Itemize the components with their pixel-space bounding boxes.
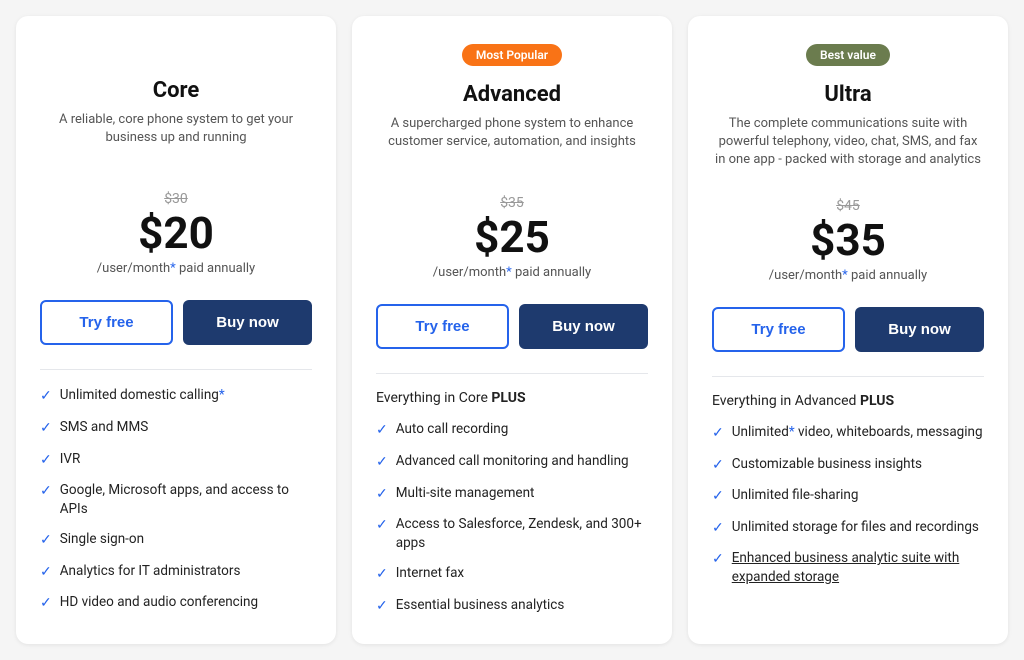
price-period-core: /user/month* paid annually	[40, 261, 312, 276]
check-icon: ✓	[40, 419, 52, 439]
check-icon: ✓	[376, 565, 388, 585]
try-free-button-ultra[interactable]: Try free	[712, 307, 845, 352]
try-free-button-core[interactable]: Try free	[40, 300, 173, 345]
plan-header-advanced: Advanced A supercharged phone system to …	[376, 82, 648, 167]
feature-item: ✓ Customizable business insights	[712, 455, 984, 476]
check-icon: ✓	[376, 597, 388, 617]
buy-now-button-advanced[interactable]: Buy now	[519, 304, 648, 349]
features-header-ultra: Everything in Advanced PLUS	[712, 393, 984, 409]
check-icon: ✓	[40, 482, 52, 502]
check-icon: ✓	[40, 594, 52, 614]
divider-advanced	[376, 373, 648, 374]
current-price-core: $20	[40, 209, 312, 257]
check-icon: ✓	[376, 421, 388, 441]
plan-buttons-advanced: Try free Buy now	[376, 304, 648, 349]
feature-item: ✓ Access to Salesforce, Zendesk, and 300…	[376, 515, 648, 553]
check-icon: ✓	[712, 456, 724, 476]
check-icon: ✓	[712, 424, 724, 444]
feature-item: ✓ HD video and audio conferencing	[40, 593, 312, 614]
feature-list-core: ✓ Unlimited domestic calling* ✓ SMS and …	[40, 386, 312, 613]
badge-row-ultra: Best value	[712, 44, 984, 76]
check-icon: ✓	[376, 453, 388, 473]
plan-card-advanced: Most Popular Advanced A supercharged pho…	[352, 16, 672, 644]
original-price-advanced: $35	[376, 195, 648, 211]
feature-item: ✓ Enhanced business analytic suite with …	[712, 549, 984, 587]
plan-header-core: Core A reliable, core phone system to ge…	[40, 78, 312, 163]
plan-description-core: A reliable, core phone system to get you…	[40, 111, 312, 163]
feature-item: ✓ Unlimited file-sharing	[712, 486, 984, 507]
plan-pricing-ultra: $45 $35 /user/month* paid annually	[712, 198, 984, 283]
plan-buttons-core: Try free Buy now	[40, 300, 312, 345]
plan-description-advanced: A supercharged phone system to enhance c…	[376, 115, 648, 167]
feature-list-advanced: ✓ Auto call recording ✓ Advanced call mo…	[376, 420, 648, 616]
original-price-ultra: $45	[712, 198, 984, 214]
current-price-ultra: $35	[712, 216, 984, 264]
original-price-core: $30	[40, 191, 312, 207]
check-icon: ✓	[40, 563, 52, 583]
most-popular-badge: Most Popular	[462, 44, 562, 66]
check-icon: ✓	[712, 550, 724, 570]
check-icon: ✓	[376, 516, 388, 536]
check-icon: ✓	[712, 519, 724, 539]
feature-item: ✓ IVR	[40, 450, 312, 471]
feature-item: ✓ Google, Microsoft apps, and access to …	[40, 481, 312, 519]
check-icon: ✓	[40, 451, 52, 471]
buy-now-button-core[interactable]: Buy now	[183, 300, 312, 345]
plan-name-ultra: Ultra	[712, 82, 984, 107]
pricing-container: Core A reliable, core phone system to ge…	[16, 16, 1008, 644]
feature-item: ✓ Multi-site management	[376, 484, 648, 505]
plan-card-core: Core A reliable, core phone system to ge…	[16, 16, 336, 644]
buy-now-button-ultra[interactable]: Buy now	[855, 307, 984, 352]
feature-item: ✓ Single sign-on	[40, 530, 312, 551]
plan-buttons-ultra: Try free Buy now	[712, 307, 984, 352]
feature-item: ✓ Advanced call monitoring and handling	[376, 452, 648, 473]
plan-card-ultra: Best value Ultra The complete communicat…	[688, 16, 1008, 644]
feature-item: ✓ Unlimited* video, whiteboards, messagi…	[712, 423, 984, 444]
feature-item: ✓ Unlimited storage for files and record…	[712, 518, 984, 539]
features-header-advanced: Everything in Core PLUS	[376, 390, 648, 406]
plan-name-advanced: Advanced	[376, 82, 648, 107]
plan-pricing-advanced: $35 $25 /user/month* paid annually	[376, 195, 648, 280]
feature-item: ✓ Auto call recording	[376, 420, 648, 441]
feature-list-ultra: ✓ Unlimited* video, whiteboards, messagi…	[712, 423, 984, 587]
check-icon: ✓	[40, 387, 52, 407]
feature-item: ✓ SMS and MMS	[40, 418, 312, 439]
feature-item: ✓ Internet fax	[376, 564, 648, 585]
price-period-advanced: /user/month* paid annually	[376, 265, 648, 280]
check-icon: ✓	[40, 531, 52, 551]
plan-header-ultra: Ultra The complete communications suite …	[712, 82, 984, 170]
feature-item: ✓ Essential business analytics	[376, 596, 648, 617]
badge-row-advanced: Most Popular	[376, 44, 648, 76]
current-price-advanced: $25	[376, 213, 648, 261]
plan-description-ultra: The complete communications suite with p…	[712, 115, 984, 170]
plan-pricing-core: $30 $20 /user/month* paid annually	[40, 191, 312, 276]
try-free-button-advanced[interactable]: Try free	[376, 304, 509, 349]
check-icon: ✓	[712, 487, 724, 507]
divider-ultra	[712, 376, 984, 377]
best-value-badge: Best value	[806, 44, 890, 66]
feature-item: ✓ Unlimited domestic calling*	[40, 386, 312, 407]
plan-name-core: Core	[40, 78, 312, 103]
check-icon: ✓	[376, 485, 388, 505]
divider-core	[40, 369, 312, 370]
feature-item: ✓ Analytics for IT administrators	[40, 562, 312, 583]
badge-row-core	[40, 44, 312, 72]
price-period-ultra: /user/month* paid annually	[712, 268, 984, 283]
